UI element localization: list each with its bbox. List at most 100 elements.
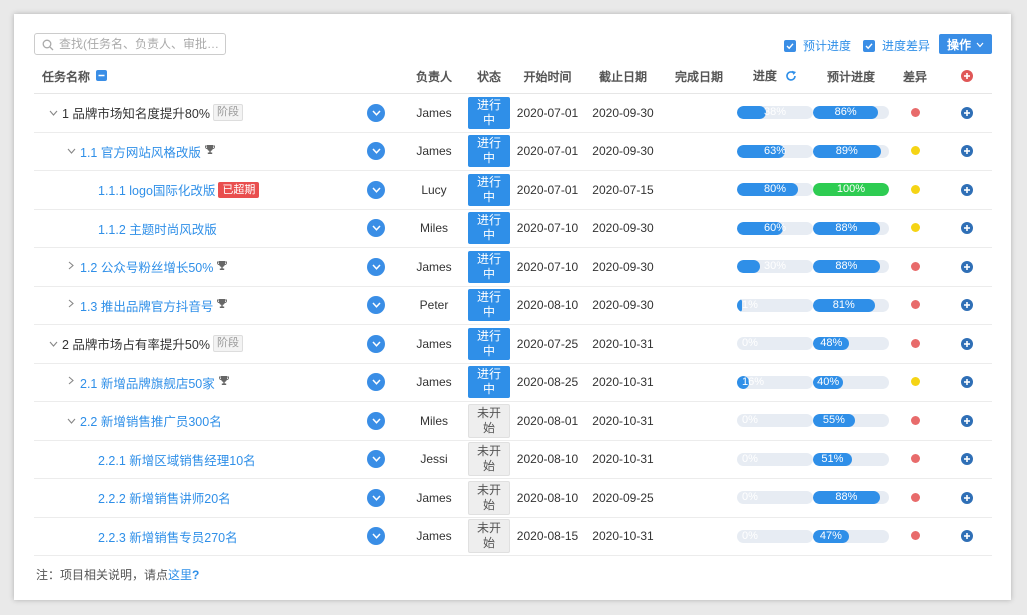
- collapse-chevron-icon[interactable]: [62, 299, 80, 311]
- plus-circle-icon[interactable]: [960, 453, 973, 466]
- chevron-down-circle-icon[interactable]: [367, 103, 385, 122]
- table-row[interactable]: 1.1.2 主题时尚风改版 Miles 进行中 2020-07-10 2020-…: [34, 209, 992, 248]
- status-cell: 进行中: [468, 247, 510, 287]
- task-name[interactable]: 2.2 新增销售推广员300名: [80, 411, 222, 430]
- progress-cell: 80%: [737, 170, 813, 210]
- status-badge: 未开始: [468, 442, 510, 477]
- col-header-start: 开始时间: [510, 59, 585, 94]
- stage-tag: 阶段: [212, 335, 243, 353]
- chevron-down-circle-icon[interactable]: [367, 488, 385, 507]
- help-icon[interactable]: ?: [192, 568, 199, 582]
- expand-chevron-icon[interactable]: [44, 338, 62, 350]
- plan-progress-checkbox[interactable]: 预计进度: [784, 37, 851, 54]
- plan-progress-cell: 86%: [813, 93, 889, 133]
- footer-link[interactable]: 这里: [168, 568, 192, 582]
- table-row[interactable]: 2.2.3 新增销售专员270名 James 未开始 2020-08-15 20…: [34, 517, 992, 556]
- owner-cell: Peter: [400, 286, 468, 325]
- add-cell: [941, 247, 992, 287]
- operate-button[interactable]: 操作: [939, 34, 992, 54]
- task-name[interactable]: 2.2.2 新增销售讲师20名: [98, 488, 231, 507]
- task-name[interactable]: 2.1 新增品牌旗舰店50家: [80, 373, 215, 392]
- deadline-cell: 2020-09-30: [585, 93, 661, 133]
- plan-progress-text: 100%: [836, 183, 866, 196]
- plus-circle-icon[interactable]: [960, 337, 973, 350]
- minus-square-icon[interactable]: [96, 70, 108, 84]
- chevron-down-circle-icon[interactable]: [367, 373, 385, 392]
- task-name[interactable]: 1.2 公众号粉丝增长50%: [80, 257, 213, 276]
- diff-indicator-dot: [910, 415, 920, 425]
- expand-chevron-icon[interactable]: [62, 145, 80, 157]
- progress-cell: 0%: [737, 401, 813, 441]
- task-name[interactable]: 1.1 官方网站风格改版: [80, 142, 201, 161]
- progress-bar: 0%: [737, 452, 813, 466]
- expand-chevron-icon[interactable]: [44, 107, 62, 119]
- plan-progress-bar: 88%: [813, 491, 889, 505]
- owner-cell: Jessi: [400, 440, 468, 479]
- plus-circle-icon[interactable]: [960, 299, 973, 312]
- progress-text: 0%: [742, 491, 758, 504]
- status-badge: 进行中: [468, 96, 510, 129]
- table-row[interactable]: 1.1 官方网站风格改版 James 进行中 2020-07-01 2020-0…: [34, 132, 992, 171]
- plan-progress-bar: 88%: [813, 221, 889, 235]
- plus-circle-icon[interactable]: [960, 530, 973, 543]
- refresh-icon[interactable]: [785, 70, 797, 85]
- chevron-down-circle-icon[interactable]: [367, 334, 385, 353]
- task-name[interactable]: 1 品牌市场知名度提升80%: [62, 103, 210, 122]
- table-row[interactable]: 2 品牌市场占有率提升50% 阶段 James 进行中 2020-07-25 20…: [34, 324, 992, 364]
- table-row[interactable]: 2.2 新增销售推广员300名 Miles 未开始 2020-08-01 202…: [34, 401, 992, 441]
- add-cell: [941, 440, 992, 479]
- chevron-down-circle-icon[interactable]: [367, 257, 385, 276]
- chevron-down-circle-icon[interactable]: [367, 219, 385, 238]
- owner-cell: Lucy: [400, 170, 468, 210]
- finish-date-cell: [661, 93, 737, 133]
- task-name[interactable]: 2 品牌市场占有率提升50%: [62, 334, 210, 353]
- plus-circle-icon[interactable]: [960, 106, 973, 119]
- chevron-down-circle-icon[interactable]: [367, 142, 385, 161]
- task-name[interactable]: 2.2.3 新增销售专员270名: [98, 527, 238, 546]
- footer-text: 注：项目相关说明，请点: [36, 568, 169, 582]
- table-row[interactable]: 1 品牌市场知名度提升80% 阶段 James 进行中 2020-07-01 20…: [34, 93, 992, 133]
- task-name[interactable]: 1.1.1 logo国际化改版: [98, 180, 215, 199]
- table-row[interactable]: 1.1.1 logo国际化改版 已超期 Lucy 进行中 2020-07-01 2…: [34, 170, 992, 210]
- chevron-down-circle-icon[interactable]: [367, 180, 385, 199]
- status-cell: 进行中: [468, 170, 510, 210]
- task-name[interactable]: 2.2.1 新增区域销售经理10名: [98, 450, 256, 469]
- chevron-down-circle-icon[interactable]: [367, 411, 385, 430]
- plan-progress-text: 51%: [821, 452, 844, 465]
- chevron-down-circle-icon[interactable]: [367, 450, 385, 469]
- diff-cell: [889, 93, 941, 133]
- task-name-cell: 1.2 公众号粉丝增长50%: [34, 247, 352, 287]
- plus-circle-icon[interactable]: [960, 260, 973, 273]
- table-row[interactable]: 1.3 推出品牌官方抖音号 Peter 进行中 2020-08-10 2020-…: [34, 286, 992, 325]
- collapse-chevron-icon[interactable]: [62, 376, 80, 388]
- diff-indicator-dot: [910, 300, 920, 310]
- task-name[interactable]: 1.1.2 主题时尚风改版: [98, 219, 217, 238]
- task-name[interactable]: 1.3 推出品牌官方抖音号: [80, 296, 213, 315]
- table-row[interactable]: 2.2.2 新增销售讲师20名 James 未开始 2020-08-10 202…: [34, 478, 992, 518]
- status-cell: 未开始: [468, 401, 510, 441]
- plus-circle-icon[interactable]: [960, 222, 973, 235]
- row-action-cell: [352, 363, 400, 402]
- progress-diff-checkbox[interactable]: 进度差异: [863, 37, 930, 54]
- plus-circle-icon[interactable]: [960, 376, 973, 389]
- add-cell: [941, 478, 992, 518]
- search-input[interactable]: [59, 36, 219, 52]
- table-row[interactable]: 1.2 公众号粉丝增长50% James 进行中 2020-07-10 2020…: [34, 247, 992, 287]
- progress-cell: 1%: [737, 286, 813, 325]
- checkbox-checked-icon: [863, 39, 875, 52]
- chevron-down-circle-icon[interactable]: [367, 527, 385, 546]
- row-action-cell: [352, 517, 400, 556]
- add-cell: [941, 93, 992, 133]
- add-task-icon[interactable]: [960, 70, 973, 82]
- plus-circle-icon[interactable]: [960, 414, 973, 427]
- collapse-chevron-icon[interactable]: [62, 261, 80, 273]
- table-row[interactable]: 2.2.1 新增区域销售经理10名 Jessi 未开始 2020-08-10 2…: [34, 440, 992, 479]
- owner-cell: James: [400, 324, 468, 364]
- plus-circle-icon[interactable]: [960, 145, 973, 158]
- plus-circle-icon[interactable]: [960, 491, 973, 504]
- search-box[interactable]: [34, 33, 226, 55]
- table-row[interactable]: 2.1 新增品牌旗舰店50家 James 进行中 2020-08-25 2020…: [34, 363, 992, 402]
- expand-chevron-icon[interactable]: [62, 415, 80, 427]
- plus-circle-icon[interactable]: [960, 183, 973, 196]
- chevron-down-circle-icon[interactable]: [367, 296, 385, 315]
